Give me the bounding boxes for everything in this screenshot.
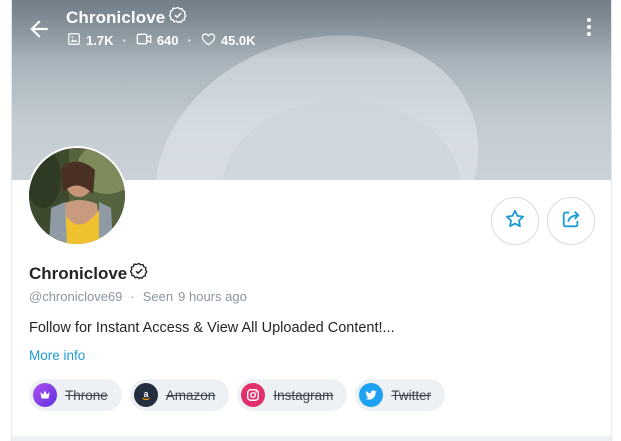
social-link-label: Amazon <box>165 387 216 403</box>
social-link-amazon[interactable]: a Amazon <box>129 379 230 411</box>
image-icon <box>67 32 81 49</box>
social-links: Throne a Amazon Instagram Twitter <box>29 379 446 411</box>
verified-badge-icon <box>168 6 187 29</box>
profile-name-row: Chroniclove <box>29 262 148 285</box>
share-button[interactable] <box>547 197 595 245</box>
share-icon <box>560 208 582 235</box>
social-link-label: Instagram <box>273 387 334 403</box>
amazon-icon: a <box>133 383 158 407</box>
twitter-icon <box>359 383 384 407</box>
profile-meta: @chroniclove69 · Seen 9 hours ago <box>29 289 247 304</box>
photos-stat: 1.7K <box>67 32 113 49</box>
verified-badge-icon <box>129 262 148 285</box>
throne-icon <box>33 383 57 407</box>
seen-time: 9 hours ago <box>178 289 247 304</box>
videos-stat: 640 <box>136 32 179 49</box>
videos-count: 640 <box>156 33 179 48</box>
video-icon <box>136 32 152 49</box>
profile-handle: @chroniclove69 <box>29 289 123 304</box>
likes-count: 45.0K <box>220 33 256 48</box>
profile-page: Chroniclove 1.7K · 640 · 45.0K Chroniclo… <box>11 0 612 441</box>
header-title: Chroniclove <box>66 7 166 27</box>
more-info-link[interactable]: More info <box>29 348 85 363</box>
social-link-label: Twitter <box>391 387 432 403</box>
profile-name: Chroniclove <box>29 263 128 283</box>
svg-text:a: a <box>143 389 148 399</box>
heart-icon <box>201 32 216 49</box>
avatar[interactable] <box>27 146 127 246</box>
social-link-twitter[interactable]: Twitter <box>355 379 446 411</box>
instagram-icon <box>241 383 266 407</box>
header-stats: 1.7K · 640 · 45.0K <box>67 32 256 49</box>
profile-bio: Follow for Instant Access & View All Upl… <box>29 320 395 336</box>
social-link-instagram[interactable]: Instagram <box>237 379 348 411</box>
section-divider <box>12 436 611 441</box>
back-arrow-icon[interactable] <box>26 16 52 42</box>
photos-count: 1.7K <box>86 33 114 48</box>
more-options-icon[interactable] <box>582 16 596 38</box>
social-link-throne[interactable]: Throne <box>29 379 122 411</box>
likes-stat: 45.0K <box>201 32 256 49</box>
favorite-button[interactable] <box>491 197 539 245</box>
header-title-row: Chroniclove <box>66 6 187 29</box>
seen-label: Seen <box>142 289 174 304</box>
social-link-label: Throne <box>65 387 108 403</box>
star-icon <box>504 208 526 235</box>
